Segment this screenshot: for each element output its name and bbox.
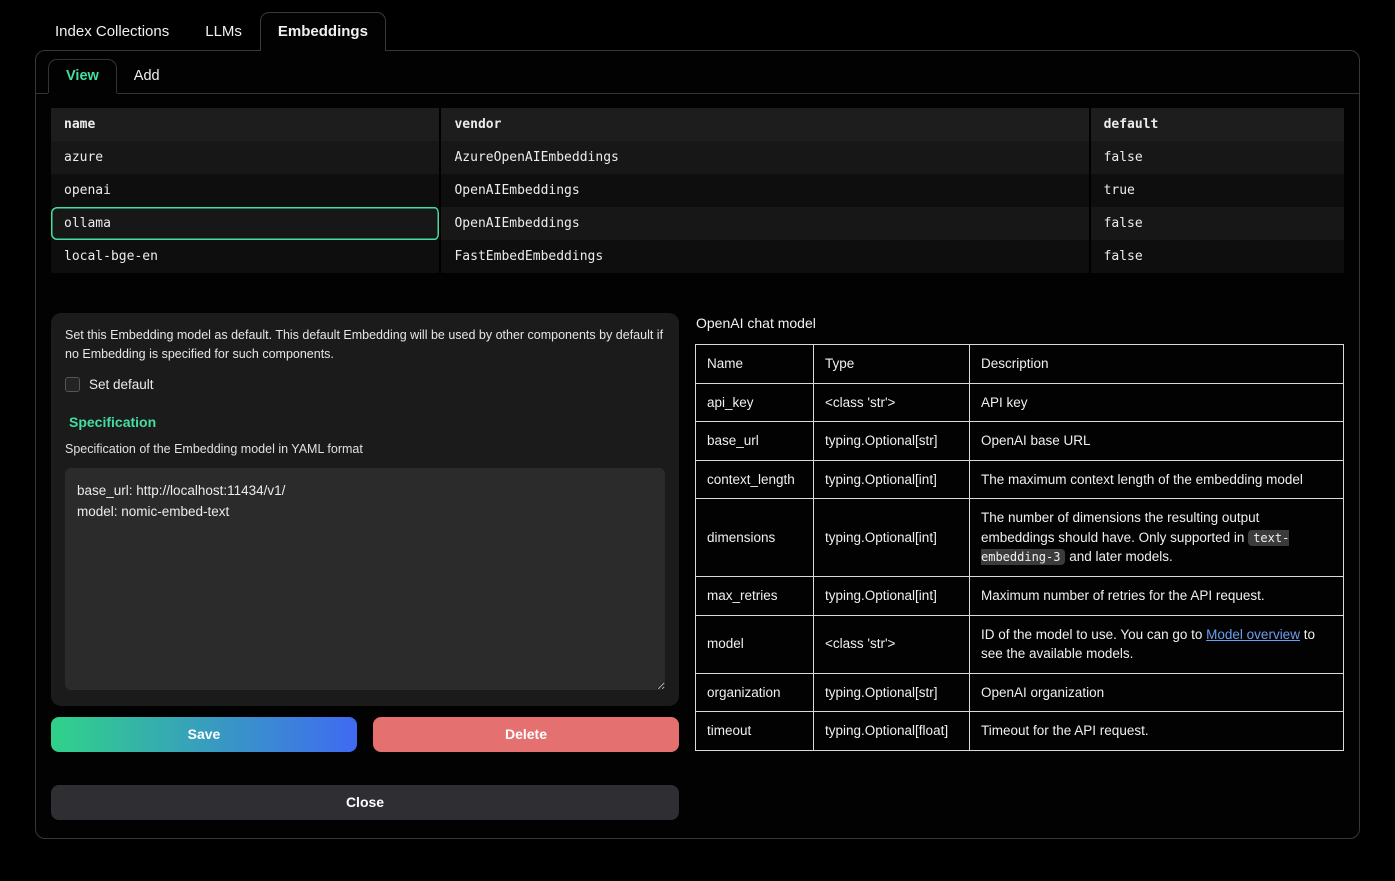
doc-cell-name: context_length <box>696 460 814 499</box>
sub-tab-view[interactable]: View <box>48 59 117 93</box>
embeddings-row-azure[interactable]: azureAzureOpenAIEmbeddingsfalse <box>51 141 1344 174</box>
doc-cell-description: The number of dimensions the resulting o… <box>970 499 1344 577</box>
default-description: Set this Embedding model as default. Thi… <box>65 326 665 365</box>
left-column: Set this Embedding model as default. Thi… <box>51 313 679 820</box>
emb-cell-name[interactable]: local-bge-en <box>51 240 441 273</box>
yaml-editor[interactable] <box>65 468 665 690</box>
model-doc-table: NameTypeDescription api_key<class 'str'>… <box>695 344 1344 751</box>
embeddings-header-row: namevendordefault <box>51 108 1344 141</box>
doc-cell-description: OpenAI organization <box>970 673 1344 712</box>
doc-cell-description: ID of the model to use. You can go to Mo… <box>970 615 1344 673</box>
doc-cell-type: typing.Optional[str] <box>814 673 970 712</box>
doc-col-type: Type <box>814 345 970 384</box>
right-column: OpenAI chat model NameTypeDescription ap… <box>695 313 1344 751</box>
doc-cell-name: dimensions <box>696 499 814 577</box>
close-button[interactable]: Close <box>51 785 679 820</box>
emb-cell-vendor[interactable]: AzureOpenAIEmbeddings <box>441 141 1090 174</box>
main-container: ViewAdd namevendordefaultazureAzureOpenA… <box>35 50 1360 839</box>
doc-row-base-url: base_urltyping.Optional[str]OpenAI base … <box>696 422 1344 461</box>
emb-cell-default[interactable]: false <box>1091 207 1344 240</box>
doc-header-row: NameTypeDescription <box>696 345 1344 384</box>
inline-code: text-embedding-3 <box>981 530 1289 566</box>
doc-cell-description: Timeout for the API request. <box>970 712 1344 751</box>
set-default-row[interactable]: Set default <box>65 377 665 392</box>
doc-row-api-key: api_key<class 'str'>API key <box>696 383 1344 422</box>
doc-cell-description: Maximum number of retries for the API re… <box>970 576 1344 615</box>
embeddings-row-openai[interactable]: openaiOpenAIEmbeddingstrue <box>51 174 1344 207</box>
doc-row-timeout: timeouttyping.Optional[float]Timeout for… <box>696 712 1344 751</box>
doc-row-model: model<class 'str'>ID of the model to use… <box>696 615 1344 673</box>
default-panel: Set this Embedding model as default. Thi… <box>51 313 679 706</box>
emb-cell-name[interactable]: ollama <box>51 207 441 240</box>
embeddings-row-local-bge-en[interactable]: local-bge-enFastEmbedEmbeddingsfalse <box>51 240 1344 273</box>
emb-cell-vendor[interactable]: OpenAIEmbeddings <box>441 207 1090 240</box>
doc-cell-type: typing.Optional[float] <box>814 712 970 751</box>
doc-row-context-length: context_lengthtyping.Optional[int]The ma… <box>696 460 1344 499</box>
doc-cell-name: model <box>696 615 814 673</box>
doc-col-description: Description <box>970 345 1344 384</box>
doc-cell-description: OpenAI base URL <box>970 422 1344 461</box>
doc-row-dimensions: dimensionstyping.Optional[int]The number… <box>696 499 1344 577</box>
emb-cell-default[interactable]: false <box>1091 240 1344 273</box>
sub-tab-add[interactable]: Add <box>117 60 177 93</box>
doc-cell-name: base_url <box>696 422 814 461</box>
doc-cell-name: timeout <box>696 712 814 751</box>
model-overview-link[interactable]: Model overview <box>1206 627 1300 642</box>
embeddings-table: namevendordefaultazureAzureOpenAIEmbeddi… <box>51 108 1344 273</box>
lower-area: Set this Embedding model as default. Thi… <box>36 293 1359 838</box>
model-doc-title: OpenAI chat model <box>696 315 1344 331</box>
emb-cell-vendor[interactable]: OpenAIEmbeddings <box>441 174 1090 207</box>
doc-cell-description: API key <box>970 383 1344 422</box>
doc-cell-name: api_key <box>696 383 814 422</box>
emb-col-name: name <box>51 108 441 141</box>
doc-cell-type: <class 'str'> <box>814 383 970 422</box>
doc-cell-type: typing.Optional[str] <box>814 422 970 461</box>
button-row: Save Delete <box>51 717 679 752</box>
main-tab-llms[interactable]: LLMs <box>187 12 260 51</box>
delete-button[interactable]: Delete <box>373 717 679 752</box>
main-tab-bar: Index CollectionsLLMsEmbeddings <box>35 12 1360 51</box>
doc-cell-description: The maximum context length of the embedd… <box>970 460 1344 499</box>
main-tab-index-collections[interactable]: Index Collections <box>37 12 187 51</box>
page: Index CollectionsLLMsEmbeddings ViewAdd … <box>0 0 1395 839</box>
emb-cell-default[interactable]: false <box>1091 141 1344 174</box>
main-tab-embeddings[interactable]: Embeddings <box>260 12 386 51</box>
emb-cell-vendor[interactable]: FastEmbedEmbeddings <box>441 240 1090 273</box>
doc-cell-type: <class 'str'> <box>814 615 970 673</box>
doc-body: api_key<class 'str'>API keybase_urltypin… <box>696 383 1344 750</box>
save-button[interactable]: Save <box>51 717 357 752</box>
emb-cell-default[interactable]: true <box>1091 174 1344 207</box>
doc-cell-name: organization <box>696 673 814 712</box>
doc-cell-type: typing.Optional[int] <box>814 460 970 499</box>
set-default-label: Set default <box>89 377 154 392</box>
doc-row-max-retries: max_retriestyping.Optional[int]Maximum n… <box>696 576 1344 615</box>
sub-tab-bar: ViewAdd <box>36 51 1359 94</box>
doc-row-organization: organizationtyping.Optional[str]OpenAI o… <box>696 673 1344 712</box>
emb-col-default: default <box>1091 108 1344 141</box>
emb-cell-name[interactable]: azure <box>51 141 441 174</box>
doc-cell-type: typing.Optional[int] <box>814 576 970 615</box>
embeddings-row-ollama[interactable]: ollamaOpenAIEmbeddingsfalse <box>51 207 1344 240</box>
doc-col-name: Name <box>696 345 814 384</box>
emb-col-vendor: vendor <box>441 108 1090 141</box>
specification-subtext: Specification of the Embedding model in … <box>65 442 665 456</box>
set-default-checkbox[interactable] <box>65 377 80 392</box>
emb-cell-name[interactable]: openai <box>51 174 441 207</box>
doc-cell-type: typing.Optional[int] <box>814 499 970 577</box>
specification-heading: Specification <box>69 414 665 430</box>
doc-cell-name: max_retries <box>696 576 814 615</box>
